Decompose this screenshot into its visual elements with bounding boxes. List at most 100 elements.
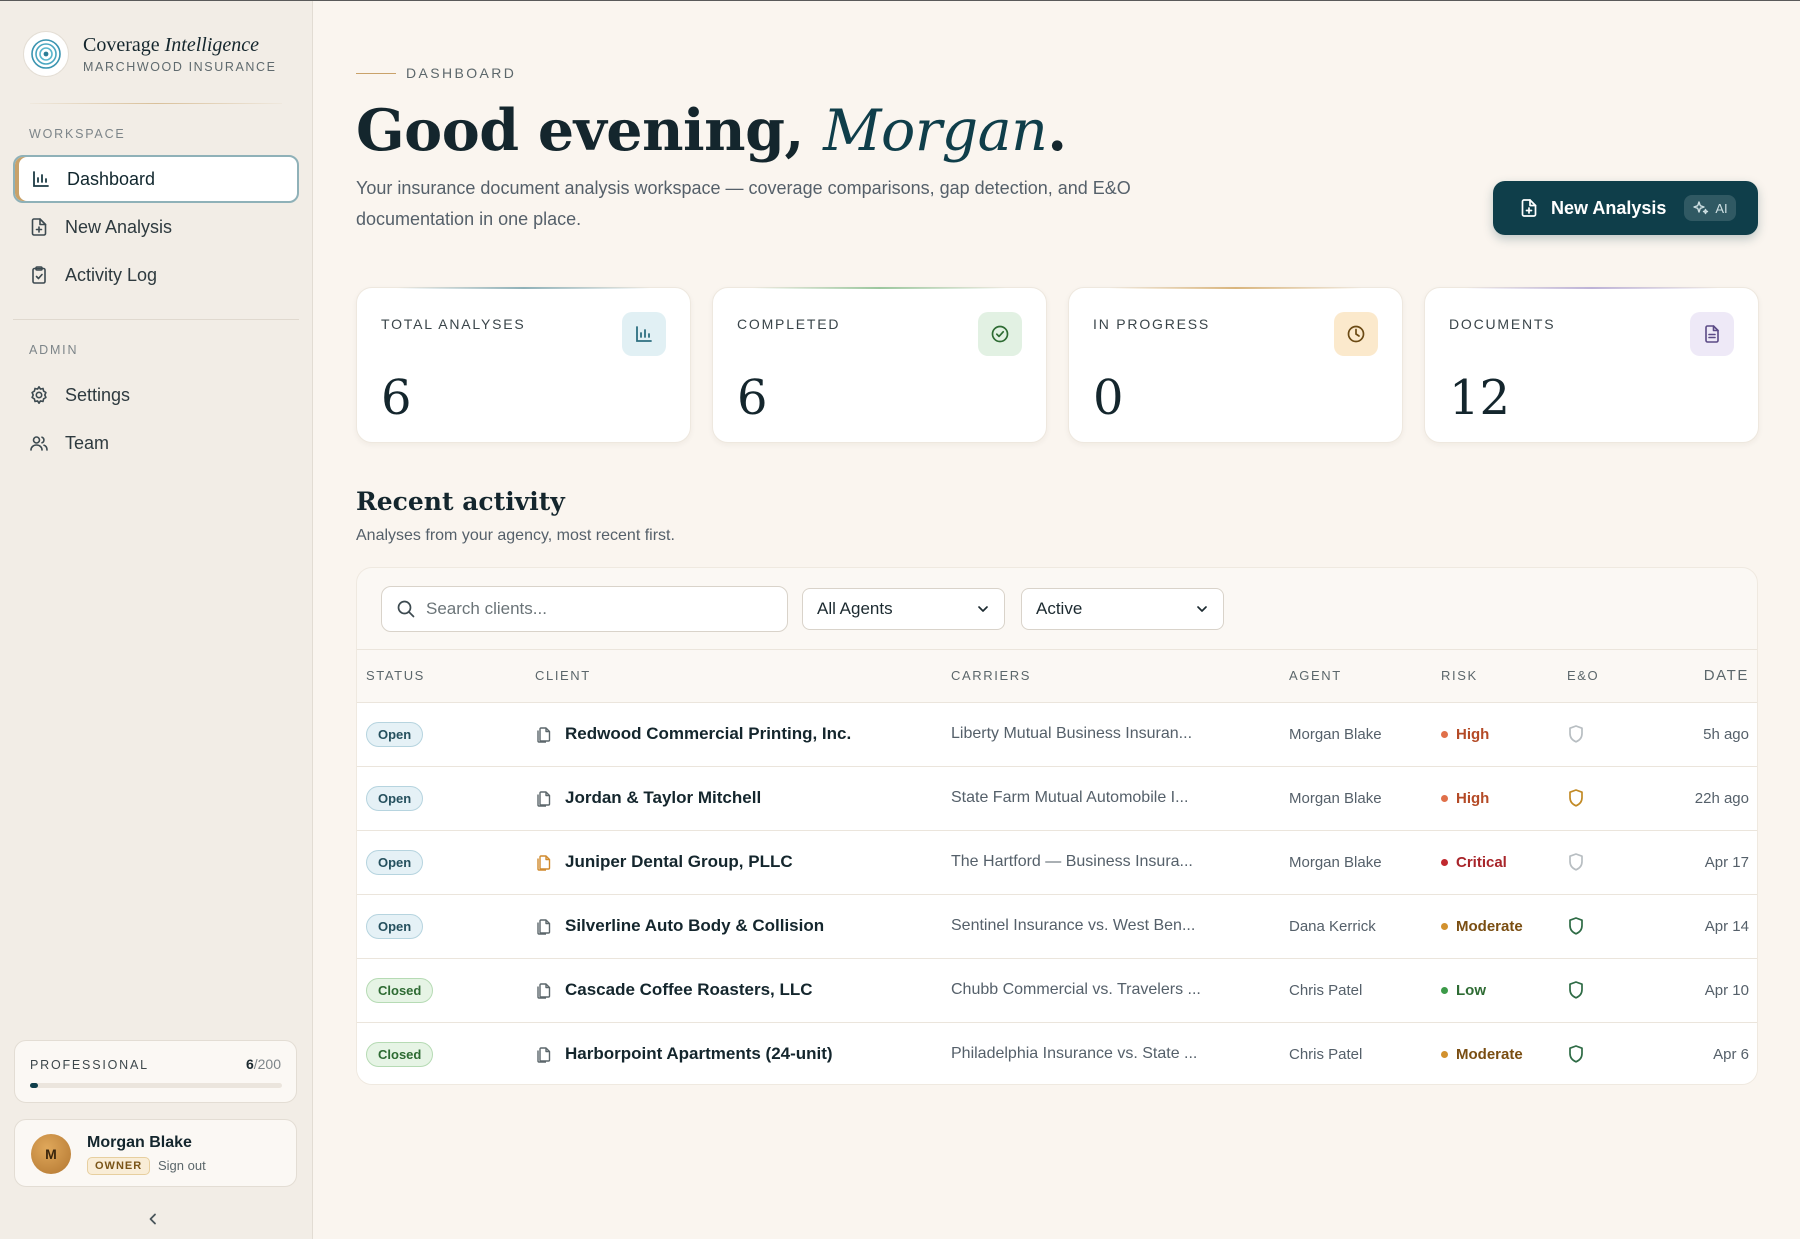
status-filter-select[interactable]: Active — [1021, 588, 1224, 630]
carriers-cell: Philadelphia Insurance vs. State ... — [951, 1022, 1289, 1084]
users-icon — [29, 433, 49, 453]
table-row[interactable]: Open Silverline Auto Body & Collision Se… — [357, 894, 1757, 959]
search-input[interactable] — [426, 599, 766, 619]
activity-table-card: All Agents Active STATUS CLIENT CARRIERS… — [356, 567, 1758, 1085]
table-row[interactable]: Closed Cascade Coffee Roasters, LLC Chub… — [357, 958, 1757, 1023]
status-cell: Open — [357, 702, 535, 767]
risk-dot — [1441, 795, 1448, 802]
kicker-text: DASHBOARD — [406, 65, 517, 81]
table-row[interactable]: Open Jordan & Taylor Mitchell State Farm… — [357, 766, 1757, 831]
eo-cell — [1567, 1022, 1667, 1084]
plan-usage-fill — [30, 1083, 38, 1088]
search-icon — [397, 600, 415, 618]
column-header-client[interactable]: CLIENT — [535, 650, 951, 703]
sidebar-item-label: Settings — [65, 384, 131, 405]
documents-icon — [535, 1045, 553, 1063]
stat-card-total-analyses: TOTAL ANALYSES 6 — [356, 287, 691, 443]
eo-cell — [1567, 894, 1667, 959]
client-name[interactable]: Jordan & Taylor Mitchell — [565, 788, 761, 808]
client-name[interactable]: Cascade Coffee Roasters, LLC — [565, 980, 813, 1000]
status-filter-value: Active — [1036, 599, 1083, 618]
column-header-risk[interactable]: RISK — [1441, 650, 1567, 703]
documents-icon — [535, 981, 553, 999]
sidebar-item-team[interactable]: Team — [13, 419, 299, 467]
documents-icon — [535, 789, 553, 807]
table-row[interactable]: Open Redwood Commercial Printing, Inc. L… — [357, 702, 1757, 767]
admin-label: ADMIN — [29, 343, 79, 357]
column-header-agent[interactable]: AGENT — [1289, 650, 1441, 703]
status-badge: Open — [366, 849, 424, 875]
date-cell: Apr 14 — [1667, 894, 1757, 959]
date-cell: Apr 6 — [1667, 1022, 1757, 1084]
table-toolbar: All Agents Active — [357, 568, 1757, 650]
file-plus-icon — [1519, 198, 1539, 218]
sidebar-item-dashboard[interactable]: Dashboard — [13, 155, 299, 203]
sparkles-icon — [1693, 201, 1709, 215]
sidebar-item-settings[interactable]: Settings — [13, 371, 299, 419]
table-row[interactable]: Open Juniper Dental Group, PLLC The Hart… — [357, 830, 1757, 895]
plan-label: PROFESSIONAL — [30, 1058, 149, 1072]
column-header-date[interactable]: DATE — [1667, 650, 1757, 703]
collapse-sidebar-button[interactable] — [146, 1209, 160, 1232]
client-cell: Harborpoint Apartments (24-unit) — [535, 1022, 951, 1084]
sidebar: Coverage Intelligence MARCHWOOD INSURANC… — [0, 1, 313, 1239]
shield-icon[interactable] — [1567, 1044, 1667, 1064]
agent-filter-value: All Agents — [817, 599, 893, 618]
file-plus-icon — [29, 217, 49, 237]
agent-cell: Morgan Blake — [1289, 702, 1441, 767]
client-name[interactable]: Redwood Commercial Printing, Inc. — [565, 724, 851, 744]
client-name[interactable]: Harborpoint Apartments (24-unit) — [565, 1044, 833, 1064]
shield-icon[interactable] — [1567, 980, 1667, 1000]
avatar[interactable]: M — [31, 1134, 71, 1174]
status-cell: Closed — [357, 958, 535, 1023]
shield-icon[interactable] — [1567, 852, 1667, 872]
page-title: Good evening, Morgan. — [356, 97, 1067, 164]
chevron-down-icon — [1197, 606, 1207, 612]
column-header-carriers[interactable]: CARRIERS — [951, 650, 1289, 703]
risk-dot — [1441, 923, 1448, 930]
risk-cell: Moderate — [1441, 1022, 1567, 1084]
page-subtitle: Your insurance document analysis workspa… — [356, 178, 1131, 229]
risk-badge: Low — [1441, 982, 1486, 999]
status-cell: Open — [357, 766, 535, 831]
client-name[interactable]: Juniper Dental Group, PLLC — [565, 852, 793, 872]
risk-badge: High — [1441, 726, 1489, 743]
new-analysis-button[interactable]: New Analysis AI — [1493, 181, 1758, 235]
brand-title: Coverage Intelligence — [83, 34, 260, 56]
sidebar-item-label: Activity Log — [65, 264, 158, 285]
plan-usage-card: PROFESSIONAL 6/200 — [14, 1040, 297, 1103]
client-cell: Redwood Commercial Printing, Inc. — [535, 702, 951, 767]
stat-value: 6 — [737, 370, 768, 426]
stat-card-completed: COMPLETED 6 — [712, 287, 1047, 443]
eo-cell — [1567, 766, 1667, 831]
risk-dot — [1441, 987, 1448, 994]
eo-cell — [1567, 958, 1667, 1023]
eo-cell — [1567, 830, 1667, 895]
sign-out-link[interactable]: Sign out — [158, 1158, 206, 1173]
agent-cell: Chris Patel — [1289, 1022, 1441, 1084]
column-header-status[interactable]: STATUS — [357, 650, 535, 703]
shield-icon[interactable] — [1567, 724, 1667, 744]
column-header-eo[interactable]: E&O — [1567, 650, 1667, 703]
risk-badge: Moderate — [1441, 1046, 1523, 1063]
documents-icon — [535, 853, 553, 871]
client-name[interactable]: Silverline Auto Body & Collision — [565, 916, 824, 936]
workspace-label: WORKSPACE — [29, 127, 126, 141]
brand[interactable]: Coverage Intelligence MARCHWOOD INSURANC… — [23, 31, 277, 77]
shield-icon[interactable] — [1567, 788, 1667, 808]
brand-subtitle: MARCHWOOD INSURANCE — [83, 60, 277, 74]
table-row[interactable]: Closed Harborpoint Apartments (24-unit) … — [357, 1022, 1757, 1084]
agent-filter-select[interactable]: All Agents — [802, 588, 1005, 630]
sidebar-item-new-analysis[interactable]: New Analysis — [13, 203, 299, 251]
stat-label: COMPLETED — [737, 316, 841, 332]
role-badge: OWNER — [87, 1157, 151, 1175]
sidebar-item-activity-log[interactable]: Activity Log — [13, 251, 299, 299]
stat-card-documents: DOCUMENTS 12 — [1424, 287, 1759, 443]
chevron-down-icon — [978, 606, 988, 612]
stat-card-in-progress: IN PROGRESS 0 — [1068, 287, 1403, 443]
shield-icon[interactable] — [1567, 916, 1667, 936]
plan-usage-bar — [30, 1083, 282, 1088]
new-analysis-label: New Analysis — [1551, 197, 1667, 218]
main-content: DASHBOARD Good evening, Morgan. Your ins… — [313, 1, 1800, 1239]
risk-cell: High — [1441, 766, 1567, 831]
